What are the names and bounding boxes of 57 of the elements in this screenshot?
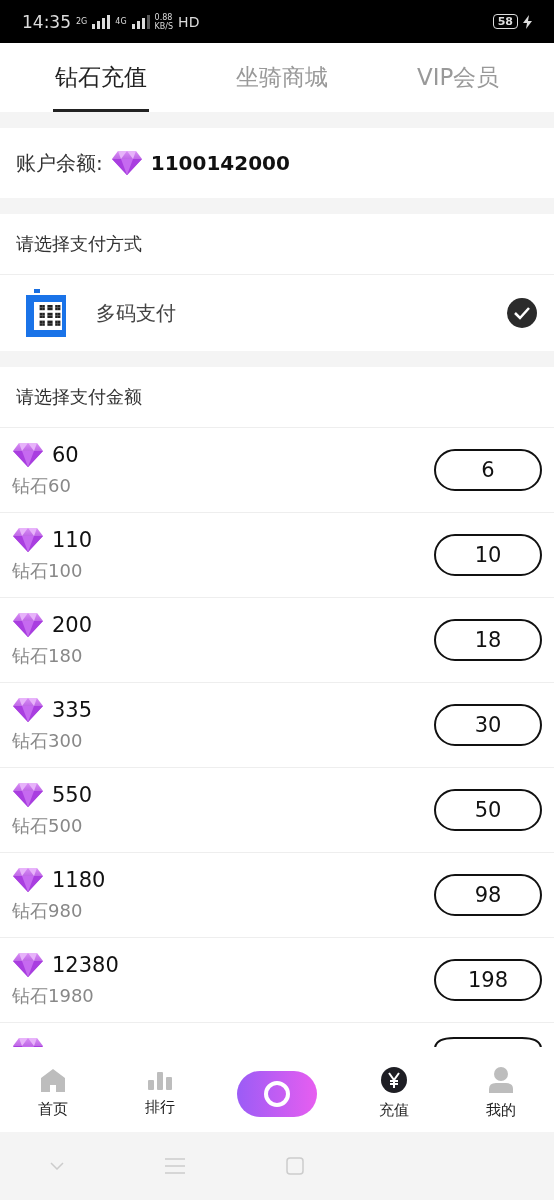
diamond-amount: 550 [52,783,93,807]
tab[interactable]: 钻石充值 [52,43,149,112]
hd-indicator: HD [178,13,200,30]
diamond-icon [110,150,143,176]
diamond-icon [12,612,44,638]
package-description: 钻石980 [12,899,84,923]
nav-tab[interactable]: 我的 [447,1067,554,1120]
diamond-amount: 60 [52,443,79,467]
section-heading: 请选择支付金额 [0,367,554,428]
diamond-amount: 1180 [52,868,106,892]
price-button[interactable]: 198 [434,959,542,1001]
diamond-icon [12,697,44,723]
balance-value: 1100142000 [150,151,290,175]
balance-label: 账户余额: [16,149,103,177]
live-button[interactable] [237,1070,317,1117]
person-icon [487,1067,514,1093]
diamond-icon [12,782,44,808]
diamond-icon [12,442,44,468]
speed-unit: KB/S [154,21,174,31]
ring-icon [263,1079,291,1108]
price-button[interactable]: 18 [434,619,542,661]
price-button[interactable] [434,1037,542,1047]
nav-tab[interactable]: 充值 [341,1067,448,1120]
signal-icon [131,14,150,29]
nav-tab[interactable]: 首页 [0,1068,107,1119]
diamond-icon [12,527,44,553]
diamond-icon [12,952,44,978]
network-type: 2G [76,17,88,26]
check-icon[interactable] [506,297,538,329]
package-description: 钻石180 [12,644,84,668]
price-button[interactable]: 30 [434,704,542,746]
payment-method[interactable]: 多码支付 [96,299,476,327]
package-description: 钻石60 [12,474,72,498]
diamond-amount: 12380 [52,953,119,977]
diamond-amount: 335 [52,698,93,722]
diamond-icon [12,867,44,893]
price-button[interactable]: 6 [434,449,542,491]
battery-level: 58 [492,14,518,29]
signal-icon [92,14,111,29]
network-type: 4G [115,17,127,26]
package-description: 钻石1980 [12,984,95,1008]
package-description: 钻石500 [12,814,84,838]
yen-icon [381,1067,408,1093]
bar-chart-icon [147,1070,172,1090]
section-heading: 请选择支付方式 [0,214,554,275]
package-description: 钻石300 [12,729,84,753]
nav-tab[interactable]: 排行 [106,1070,213,1117]
price-button[interactable]: 50 [434,789,542,831]
clock: 14:35 [22,11,71,32]
diamond-amount: 200 [52,613,93,637]
diamond-amount: 110 [52,528,93,552]
package-description: 钻石100 [12,559,84,583]
price-button[interactable]: 98 [434,874,542,916]
qr-code-icon [26,289,66,337]
home-icon [40,1068,67,1092]
network-speed: 0.88 [154,12,174,22]
price-button[interactable]: 10 [434,534,542,576]
